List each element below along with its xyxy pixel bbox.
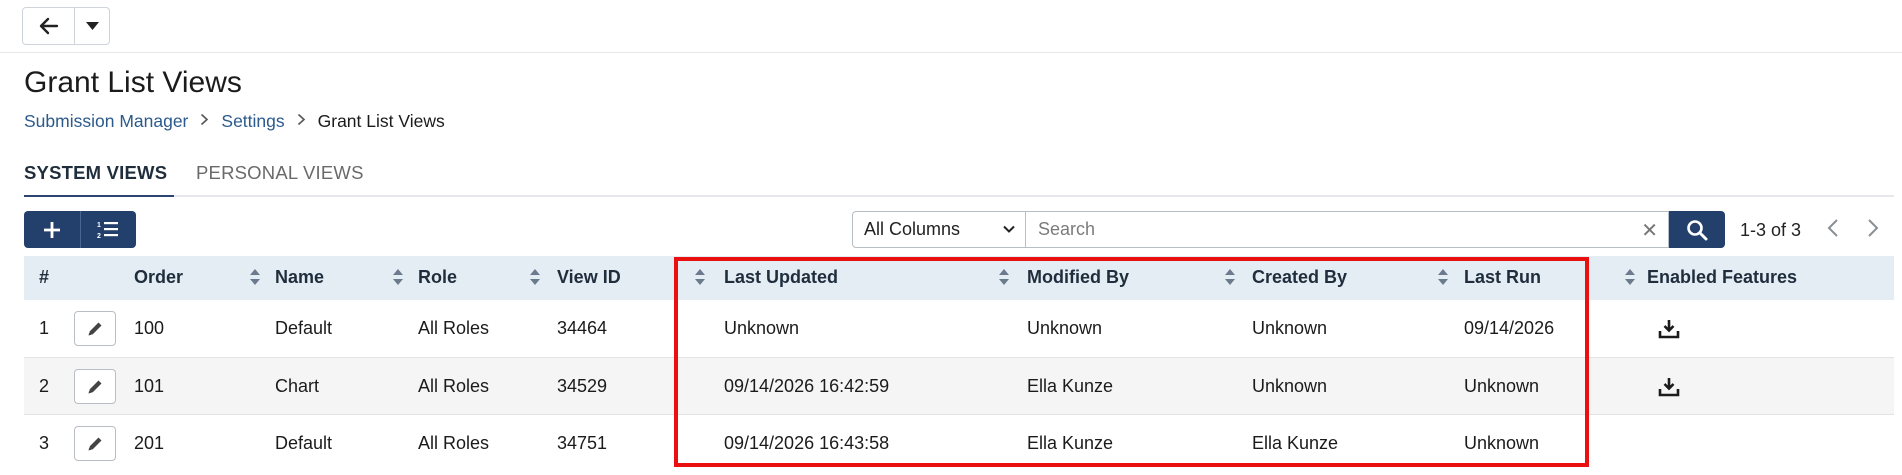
cell-view-id: 34751 (557, 433, 608, 453)
cell-modified-by: Unknown (1027, 318, 1103, 338)
cell-created-by: Unknown (1252, 318, 1328, 338)
column-header-view-id[interactable]: View ID (557, 267, 621, 288)
nav-menu-button[interactable] (74, 8, 109, 44)
cell-last-updated: Unknown (724, 318, 800, 338)
column-header-name[interactable]: Name (275, 267, 324, 288)
clear-search-icon[interactable]: ✕ (1641, 221, 1658, 241)
sort-icon[interactable] (1224, 268, 1236, 286)
table-row: 3 201 Default All Roles 34751 09/14/2026… (24, 414, 1894, 471)
row-number: 1 (39, 318, 50, 338)
cell-role: All Roles (418, 433, 490, 453)
arrow-left-icon (39, 17, 58, 35)
chevron-right-icon (1868, 219, 1879, 237)
row-number: 2 (39, 376, 50, 396)
column-filter-select[interactable]: All Columns (852, 211, 1026, 248)
export-feature-icon (1658, 320, 1680, 339)
page-title: Grant List Views (24, 66, 242, 99)
column-header-created-by[interactable]: Created By (1252, 267, 1347, 288)
cell-role: All Roles (418, 376, 490, 396)
cell-order: 101 (134, 376, 165, 396)
ordered-list-icon: 1 2 (97, 221, 119, 240)
edit-view-button[interactable] (74, 426, 116, 461)
chevron-left-icon (1827, 219, 1838, 237)
search-input[interactable]: Search ✕ (1025, 211, 1669, 248)
nav-button-group (22, 7, 110, 45)
pencil-icon (88, 437, 102, 450)
cell-created-by: Unknown (1252, 376, 1328, 396)
tab-system-views[interactable]: SYSTEM VIEWS (24, 162, 167, 184)
cell-role: All Roles (418, 318, 490, 338)
cell-last-updated: 09/14/2026 16:43:58 (724, 433, 890, 453)
svg-text:2: 2 (97, 233, 101, 240)
cell-last-run: 09/14/2026 (1464, 318, 1555, 338)
cell-order: 201 (134, 433, 165, 453)
breadcrumb-submission-manager[interactable]: Submission Manager (24, 111, 188, 132)
export-feature-icon (1658, 378, 1680, 397)
cell-modified-by: Ella Kunze (1027, 376, 1114, 396)
breadcrumb: Submission Manager Settings Grant List V… (24, 111, 445, 132)
tab-personal-views[interactable]: PERSONAL VIEWS (196, 162, 364, 184)
column-header-last-run[interactable]: Last Run (1464, 267, 1541, 288)
top-bar (0, 0, 1902, 53)
cell-modified-by: Ella Kunze (1027, 433, 1114, 453)
column-filter-value: All Columns (864, 219, 961, 239)
sort-icon[interactable] (392, 268, 404, 286)
breadcrumb-settings[interactable]: Settings (221, 111, 284, 132)
column-header-number: # (39, 267, 50, 287)
row-number: 3 (39, 433, 50, 453)
cell-created-by: Ella Kunze (1252, 433, 1339, 453)
active-tab-indicator (24, 195, 174, 197)
cell-name: Chart (275, 376, 320, 396)
edit-view-button[interactable] (74, 369, 116, 404)
previous-page-button[interactable] (1826, 218, 1840, 243)
chevron-right-icon (200, 113, 209, 131)
back-button[interactable] (23, 8, 74, 44)
table-header: # Order Name Role View ID Last Updated M… (24, 256, 1894, 300)
column-header-modified-by[interactable]: Modified By (1027, 267, 1129, 288)
column-header-enabled-features[interactable]: Enabled Features (1647, 267, 1797, 288)
sort-icon[interactable] (694, 268, 706, 286)
chevron-down-icon (1003, 225, 1015, 233)
sort-icon[interactable] (249, 268, 261, 286)
cell-order: 100 (134, 318, 165, 338)
pencil-icon (88, 380, 102, 393)
cell-last-run: Unknown (1464, 433, 1540, 453)
view-tabs: SYSTEM VIEWS PERSONAL VIEWS (24, 160, 1894, 197)
column-header-order[interactable]: Order (134, 267, 183, 288)
cell-name: Default (275, 318, 333, 338)
column-header-last-updated[interactable]: Last Updated (724, 267, 838, 288)
search-placeholder: Search (1038, 219, 1096, 239)
cell-view-id: 34529 (557, 376, 608, 396)
pencil-icon (88, 322, 102, 335)
action-button-group: 1 2 (24, 211, 136, 248)
sort-icon[interactable] (1437, 268, 1449, 286)
search-icon (1687, 219, 1708, 240)
views-table: # Order Name Role View ID Last Updated M… (24, 256, 1894, 475)
reorder-views-button[interactable]: 1 2 (79, 211, 137, 248)
svg-text:1: 1 (97, 222, 101, 229)
table-row: 1 100 Default All Roles 34464 Unknown Un… (24, 300, 1894, 357)
cell-view-id: 34464 (557, 318, 608, 338)
next-page-button[interactable] (1866, 218, 1880, 243)
column-header-role[interactable]: Role (418, 267, 457, 288)
breadcrumb-current: Grant List Views (317, 111, 445, 131)
caret-down-icon (85, 22, 99, 30)
search-button[interactable] (1669, 211, 1725, 248)
cell-last-updated: 09/14/2026 16:42:59 (724, 376, 890, 396)
chevron-right-icon (297, 113, 306, 131)
cell-last-run: Unknown (1464, 376, 1540, 396)
sort-icon[interactable] (1624, 268, 1636, 286)
sort-icon[interactable] (998, 268, 1010, 286)
plus-icon (43, 221, 60, 238)
table-row: 2 101 Chart All Roles 34529 09/14/2026 1… (24, 357, 1894, 414)
pagination-summary: 1-3 of 3 (1740, 220, 1802, 240)
edit-view-button[interactable] (74, 311, 116, 346)
cell-name: Default (275, 433, 333, 453)
add-view-button[interactable] (24, 211, 80, 248)
sort-icon[interactable] (529, 268, 541, 286)
